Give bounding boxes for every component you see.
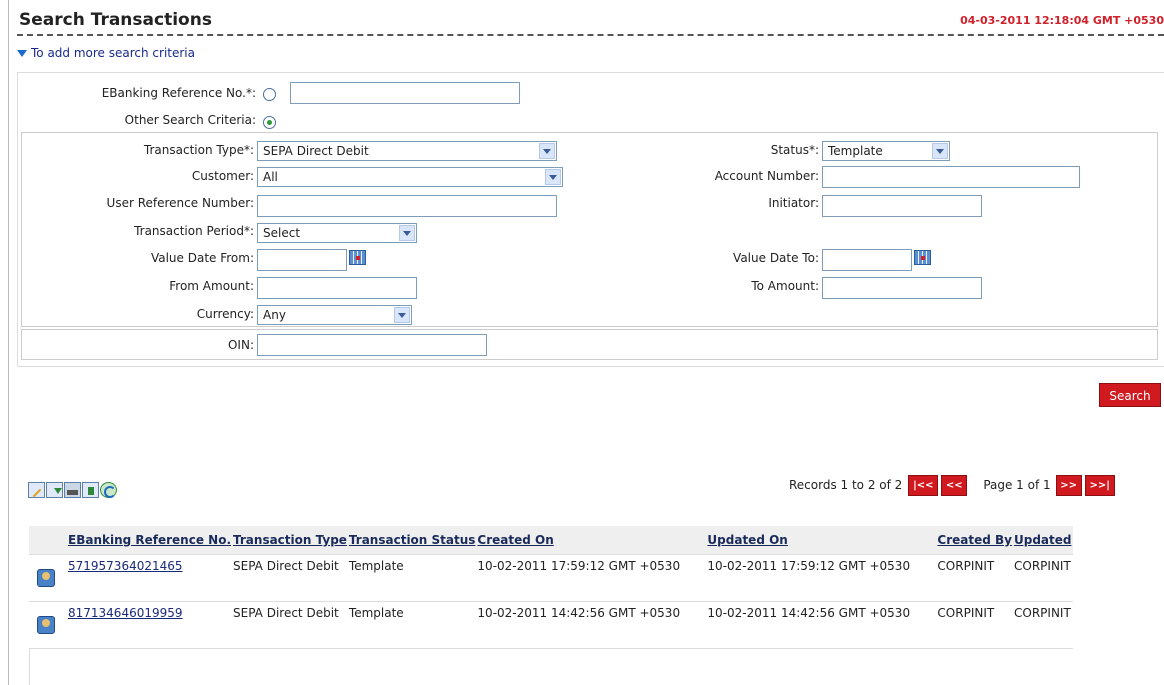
updated-on-cell: 10-02-2011 14:42:56 GMT +0530 (706, 601, 937, 649)
created-by-cell: CORPINIT (936, 554, 1013, 602)
chevron-down-icon (399, 225, 415, 241)
oin-input[interactable] (257, 334, 487, 356)
first-page-button[interactable]: |<< (908, 474, 939, 496)
column-header[interactable]: Transaction Status (347, 526, 477, 555)
prev-page-button[interactable]: << (941, 474, 968, 496)
records-text: Records 1 to 2 of 2 (789, 478, 903, 492)
ref-cell: 571957364021465 (67, 554, 233, 602)
type-cell: SEPA Direct Debit (232, 554, 348, 602)
initiator-input[interactable] (822, 195, 982, 217)
updated-by-cell: CORPINIT (1013, 601, 1073, 649)
status-cell: Template (347, 554, 477, 602)
value-date-to-input[interactable] (822, 249, 912, 271)
ebanking-ref-input[interactable] (290, 82, 520, 104)
timestamp: 04-03-2011 12:18:04 GMT +0530 (960, 14, 1164, 27)
other-criteria-label: Other Search Criteria: (124, 113, 256, 127)
search-button[interactable]: Search (1099, 383, 1161, 407)
row-icon-cell (29, 601, 67, 649)
account-number-input[interactable] (822, 166, 1080, 188)
status-select[interactable]: Template (822, 141, 950, 161)
transaction-period-label: Transaction Period*: (134, 224, 254, 238)
customer-select[interactable]: All (257, 167, 563, 187)
next-page-button[interactable]: >> (1055, 474, 1082, 496)
column-header[interactable]: Updated (1013, 526, 1073, 555)
row-icon-cell (29, 554, 67, 602)
transaction-type-label: Transaction Type*: (143, 143, 254, 157)
results-table: EBanking Reference No. Transaction Type … (29, 526, 1073, 649)
column-header[interactable]: Transaction Type (232, 526, 348, 555)
icon-column-header (29, 526, 67, 555)
currency-value: Any (263, 308, 286, 322)
status-label: Status*: (770, 143, 819, 157)
to-amount-input[interactable] (822, 277, 982, 299)
from-amount-label: From Amount: (169, 279, 254, 293)
table-row: 817134646019959 SEPA Direct Debit Templa… (29, 601, 1073, 649)
transaction-period-value: Select (263, 226, 301, 240)
currency-label: Currency: (196, 307, 254, 321)
to-amount-label: To Amount: (751, 279, 819, 293)
chevron-down-icon (932, 143, 948, 159)
table-toolbar (28, 482, 117, 498)
chevron-down-icon (394, 307, 410, 323)
pager: Records 1 to 2 of 2 |<< << Page 1 of 1 >… (789, 474, 1115, 496)
print-icon[interactable] (64, 482, 81, 498)
title-bar: Search Transactions 04-03-2011 12:18:04 … (17, 8, 1164, 36)
ref-cell: 817134646019959 (67, 601, 233, 649)
page-title: Search Transactions (19, 10, 212, 30)
download-icon[interactable] (46, 482, 63, 498)
table-row: 571957364021465 SEPA Direct Debit Templa… (29, 554, 1073, 602)
customer-value: All (263, 170, 278, 184)
column-header[interactable]: Created By (936, 526, 1013, 555)
table-header-row: EBanking Reference No. Transaction Type … (29, 526, 1073, 555)
ref-link[interactable]: 817134646019959 (68, 606, 183, 620)
other-criteria-radio[interactable] (263, 116, 276, 129)
oin-label: OIN: (227, 338, 254, 352)
last-page-button[interactable]: >>| (1084, 474, 1115, 496)
user-ref-label: User Reference Number: (106, 196, 254, 210)
edit-icon[interactable] (28, 482, 45, 498)
created-on-cell: 10-02-2011 17:59:12 GMT +0530 (476, 554, 707, 602)
more-criteria-label: To add more search criteria (31, 46, 195, 60)
refresh-icon[interactable] (100, 482, 117, 498)
updated-on-cell: 10-02-2011 17:59:12 GMT +0530 (706, 554, 937, 602)
status-cell: Template (347, 601, 477, 649)
column-header[interactable]: Updated On (706, 526, 937, 555)
triangle-down-icon (17, 49, 27, 57)
created-by-cell: CORPINIT (936, 601, 1013, 649)
value-date-to-label: Value Date To: (733, 251, 819, 265)
more-criteria-toggle[interactable]: To add more search criteria (17, 46, 195, 60)
ebanking-ref-label: EBanking Reference No.*: (101, 86, 256, 100)
type-cell: SEPA Direct Debit (232, 601, 348, 649)
created-on-cell: 10-02-2011 14:42:56 GMT +0530 (476, 601, 707, 649)
column-header[interactable]: Created On (476, 526, 707, 555)
export-icon[interactable] (82, 482, 99, 498)
oin-box (21, 329, 1158, 360)
from-amount-input[interactable] (257, 277, 417, 299)
transaction-detail-icon[interactable] (37, 569, 55, 587)
value-date-from-input[interactable] (257, 249, 347, 271)
calendar-icon[interactable] (914, 250, 931, 265)
status-value: Template (828, 144, 883, 158)
transaction-period-select[interactable]: Select (257, 223, 417, 243)
ebanking-ref-radio[interactable] (263, 88, 276, 101)
value-date-from-label: Value Date From: (150, 251, 254, 265)
user-ref-input[interactable] (257, 195, 557, 217)
currency-select[interactable]: Any (257, 305, 412, 325)
transaction-detail-icon[interactable] (37, 616, 55, 634)
updated-by-cell: CORPINIT (1013, 554, 1073, 602)
chevron-down-icon (545, 169, 561, 185)
customer-label: Customer: (191, 169, 254, 183)
calendar-icon[interactable] (349, 250, 366, 265)
chevron-down-icon (539, 143, 555, 159)
account-number-label: Account Number: (714, 169, 819, 183)
transaction-type-select[interactable]: SEPA Direct Debit (257, 141, 557, 161)
ref-link[interactable]: 571957364021465 (68, 559, 183, 573)
transaction-type-value: SEPA Direct Debit (263, 144, 369, 158)
column-header[interactable]: EBanking Reference No. (67, 526, 233, 555)
page-text: Page 1 of 1 (983, 478, 1051, 492)
initiator-label: Initiator: (768, 196, 819, 210)
